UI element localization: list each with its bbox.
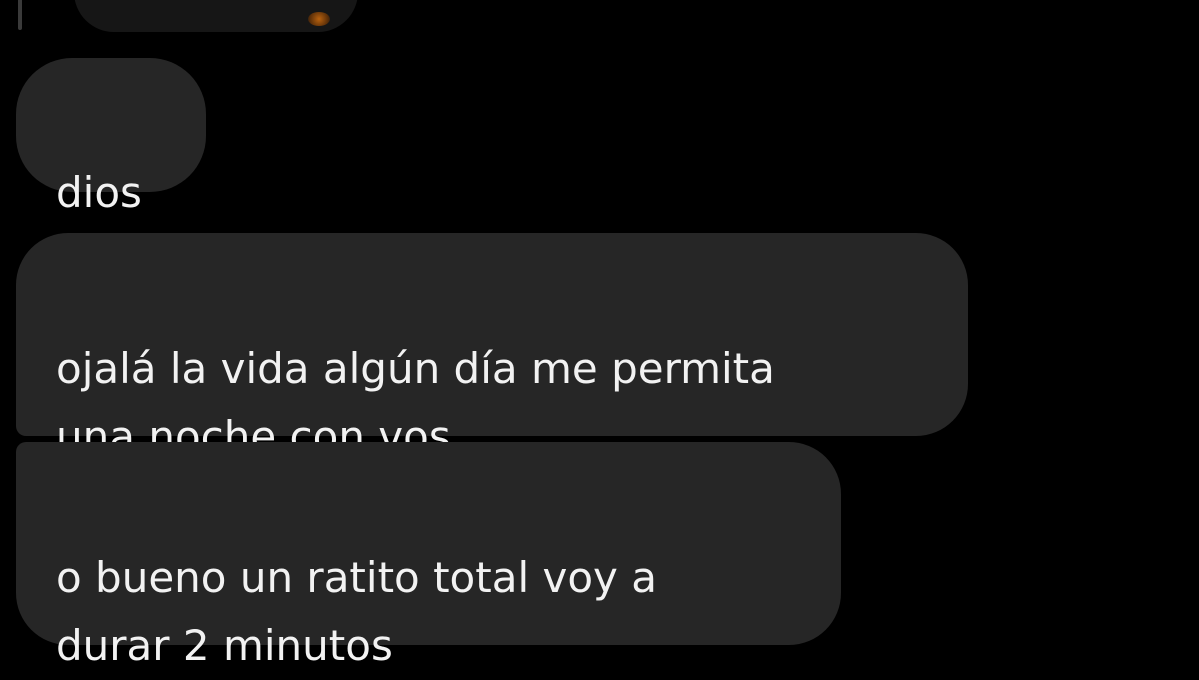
message-bubble-2[interactable]: ojalá la vida algún día me permita una n… xyxy=(16,233,968,461)
reply-indicator-line xyxy=(18,0,22,30)
shared-media-preview[interactable] xyxy=(74,0,358,32)
media-highlight xyxy=(308,12,330,26)
message-text: o bueno un ratito total voy a durar 2 mi… xyxy=(56,553,657,670)
message-bubble-3[interactable]: o bueno un ratito total voy a durar 2 mi… xyxy=(16,442,841,670)
message-text: dios xyxy=(56,168,142,217)
message-bubble-1[interactable]: dios xyxy=(16,58,206,217)
